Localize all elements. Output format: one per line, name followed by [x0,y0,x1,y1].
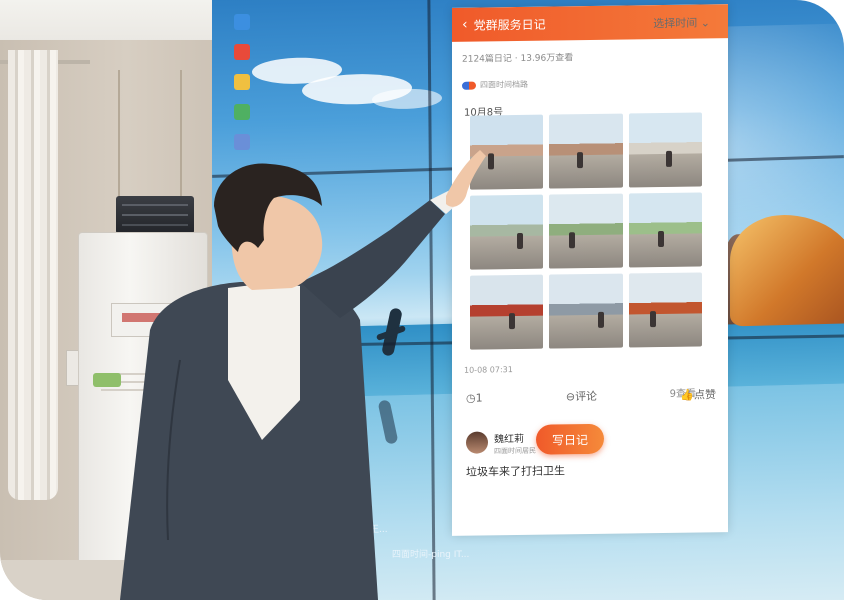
presenter-figure [120,150,486,600]
pointing-hand [446,150,486,207]
raised-arm [300,200,445,318]
photo-scene: 魏新王... 四面时间-ping IT... ‹ 党群服务日记 选择时间 ⌄ 2… [0,0,844,600]
